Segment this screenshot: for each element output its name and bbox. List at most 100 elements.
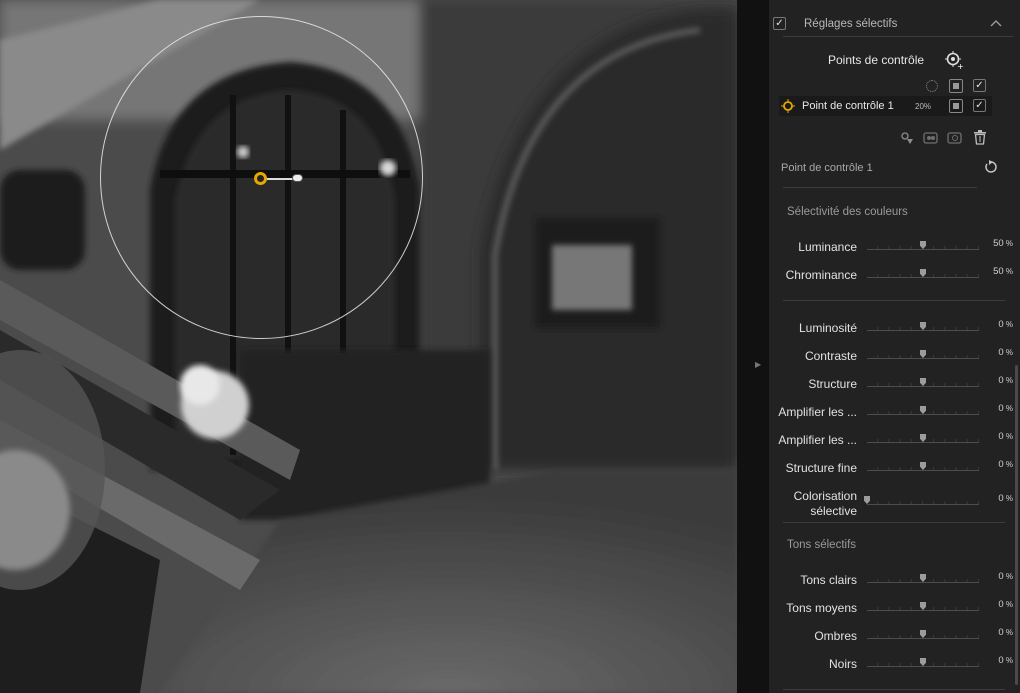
slider-value: 0 %: [998, 431, 1013, 442]
slider-value: 50 %: [993, 238, 1013, 249]
slider-track[interactable]: [867, 658, 979, 667]
slider-value-unit: %: [1003, 404, 1013, 413]
slider-thumb[interactable]: [920, 658, 926, 666]
control-point-name[interactable]: Point de contrôle 1: [802, 100, 894, 112]
slider-value: 0 %: [998, 347, 1013, 358]
slider-value-unit: %: [1003, 376, 1013, 385]
point-detail-title: Point de contrôle 1: [781, 162, 873, 174]
slider-thumb[interactable]: [920, 574, 926, 582]
slider-value: 0 %: [998, 493, 1013, 504]
slider-thumb[interactable]: [920, 322, 926, 330]
slider-label: Luminance: [798, 240, 857, 254]
group-points-icon[interactable]: [923, 131, 939, 148]
slider-value-unit: %: [1003, 460, 1013, 469]
slider-label: Structure fine: [785, 461, 857, 475]
slider-value: 0 %: [998, 599, 1013, 610]
slider-label: Ombres: [814, 629, 857, 643]
slider-value: 0 %: [998, 375, 1013, 386]
control-point-opacity[interactable]: 20%: [915, 102, 931, 111]
slider-value-number: 50: [993, 238, 1004, 249]
slider-thumb[interactable]: [864, 496, 870, 504]
divider: [783, 187, 977, 188]
show-mask-button[interactable]: [949, 99, 963, 113]
divider: [783, 522, 1005, 523]
slider-value-unit: %: [1003, 348, 1013, 357]
slider-value-unit: %: [1003, 572, 1013, 581]
slider-thumb[interactable]: [920, 406, 926, 414]
panel-divider[interactable]: [737, 0, 769, 693]
slider-value-unit: %: [1003, 320, 1013, 329]
control-point-radius-handle[interactable]: [292, 174, 303, 182]
slider-thumb[interactable]: [920, 462, 926, 470]
slider-value-unit: %: [1003, 600, 1013, 609]
slider-value-unit: %: [1003, 656, 1013, 665]
slider-value: 0 %: [998, 627, 1013, 638]
slider-thumb[interactable]: [920, 350, 926, 358]
control-point-icon: [781, 99, 795, 113]
slider-thumb[interactable]: [920, 434, 926, 442]
panel-scrollbar[interactable]: [1015, 365, 1018, 685]
slider-value: 0 %: [998, 571, 1013, 582]
slider-label: Structure: [808, 377, 857, 391]
slider-value-unit: %: [1003, 628, 1013, 637]
chevron-up-icon[interactable]: [990, 16, 1002, 28]
slider-value-number: 50: [993, 266, 1004, 277]
slider-value-unit: %: [1003, 239, 1013, 248]
control-point-enable-checkbox[interactable]: ✓: [973, 99, 986, 112]
divider: [783, 36, 1013, 37]
slider-value-unit: %: [1003, 432, 1013, 441]
slider-value: 0 %: [998, 319, 1013, 330]
slider-label: Amplifier les ...: [778, 405, 857, 419]
selective-tones-title: Tons sélectifs: [787, 539, 857, 551]
slider-track[interactable]: [867, 434, 979, 443]
control-points-title: Points de contrôle: [828, 53, 925, 67]
slider-label: Luminosité: [798, 321, 857, 335]
slider-label: Chrominance: [785, 268, 857, 282]
enable-all-checkbox[interactable]: ✓: [973, 79, 986, 92]
slider-thumb[interactable]: [920, 630, 926, 638]
slider-label: Tons moyens: [786, 601, 857, 615]
slider-value: 0 %: [998, 459, 1013, 470]
slider-track[interactable]: [867, 322, 979, 331]
slider-track[interactable]: [867, 406, 979, 415]
slider-thumb[interactable]: [920, 269, 926, 277]
color-selectivity-title: Sélectivité des couleurs: [787, 206, 908, 218]
slider-track[interactable]: [867, 602, 979, 611]
slider-track[interactable]: [867, 269, 979, 278]
svg-text:+: +: [957, 62, 964, 70]
divider: [783, 300, 1005, 301]
control-point-marker[interactable]: [254, 172, 267, 185]
slider-track[interactable]: [867, 574, 979, 583]
mask-all-icon[interactable]: [949, 79, 963, 93]
duplicate-point-icon[interactable]: [900, 131, 914, 148]
slider-value-unit: %: [1003, 494, 1013, 503]
slider-track[interactable]: [864, 496, 979, 505]
slider-value: 50 %: [993, 266, 1013, 277]
slider-track[interactable]: [867, 241, 979, 250]
opacity-column-icon: [926, 80, 938, 92]
delete-icon[interactable]: [973, 130, 987, 148]
slider-label: Colorisation sélective: [793, 489, 857, 518]
divider: [783, 689, 1005, 690]
slider-label: Amplifier les ...: [778, 433, 857, 447]
slider-value: 0 %: [998, 403, 1013, 414]
slider-track[interactable]: [867, 462, 979, 471]
slider-thumb[interactable]: [920, 241, 926, 249]
slider-thumb[interactable]: [920, 602, 926, 610]
reset-icon[interactable]: [984, 160, 998, 174]
add-control-point-icon[interactable]: +: [944, 50, 964, 71]
ungroup-points-icon[interactable]: [947, 131, 963, 148]
slider-thumb[interactable]: [920, 378, 926, 386]
slider-label: Tons clairs: [800, 573, 857, 587]
photo-canvas[interactable]: [0, 0, 737, 693]
control-point-radius-line: [267, 178, 295, 180]
section-title: Réglages sélectifs: [804, 18, 898, 30]
slider-value: 0 %: [998, 655, 1013, 666]
slider-track[interactable]: [867, 350, 979, 359]
slider-label: Noirs: [828, 657, 857, 671]
slider-label: Contraste: [804, 349, 857, 363]
slider-track[interactable]: [867, 378, 979, 387]
slider-value-unit: %: [1003, 267, 1013, 276]
section-enable-checkbox[interactable]: ✓: [773, 17, 786, 30]
slider-track[interactable]: [867, 630, 979, 639]
